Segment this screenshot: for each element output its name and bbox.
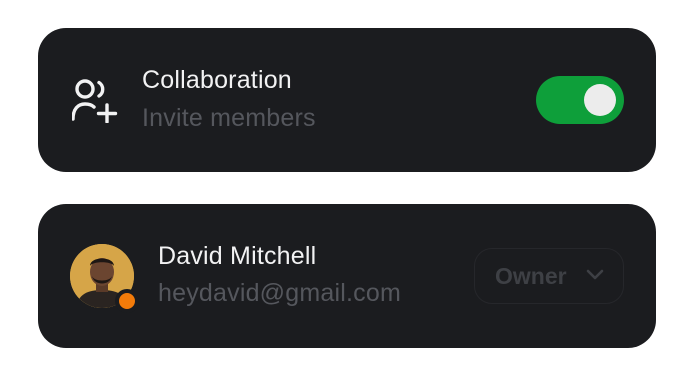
member-name: David Mitchell	[158, 242, 317, 270]
member-email: heydavid@gmail.com	[158, 279, 401, 307]
collaboration-card: Collaboration Invite members	[38, 28, 656, 172]
role-label: Owner	[495, 263, 567, 289]
member-card: David Mitchell heydavid@gmail.com Owner	[38, 204, 656, 348]
collaboration-subtitle: Invite members	[142, 104, 316, 132]
collaboration-title: Collaboration	[142, 66, 292, 94]
role-dropdown[interactable]: Owner	[474, 248, 624, 304]
online-status-dot	[115, 289, 139, 313]
avatar-container	[70, 244, 139, 313]
chevron-down-icon	[585, 268, 605, 282]
collaboration-toggle[interactable]	[536, 76, 624, 124]
toggle-knob	[584, 84, 616, 116]
user-plus-icon	[71, 79, 118, 124]
